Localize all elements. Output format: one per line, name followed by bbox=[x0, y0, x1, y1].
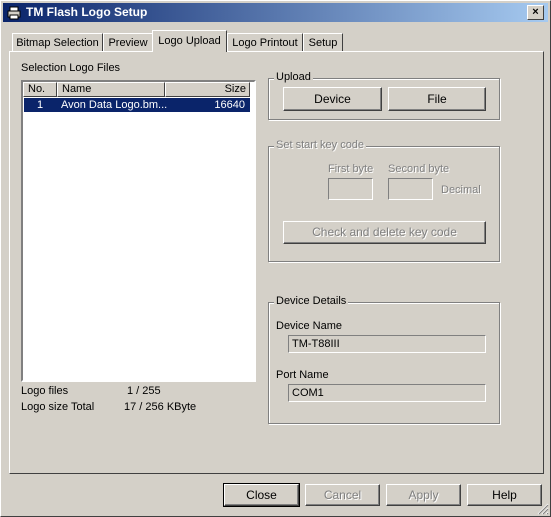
tab-label: Logo Printout bbox=[232, 37, 298, 49]
row-no: 1 bbox=[37, 99, 44, 111]
tab-label: Bitmap Selection bbox=[16, 37, 99, 49]
device-name-label: Device Name bbox=[276, 320, 343, 332]
close-button[interactable]: Close bbox=[223, 483, 300, 507]
check-delete-key-code-button[interactable]: Check and delete key code bbox=[283, 221, 486, 244]
help-button[interactable]: Help bbox=[467, 484, 542, 506]
logo-files-value: 1 / 255 bbox=[127, 385, 161, 397]
device-button-label: Device bbox=[314, 92, 351, 106]
first-byte-label: First byte bbox=[328, 163, 374, 175]
close-button-label: Close bbox=[246, 488, 277, 502]
port-name-label: Port Name bbox=[276, 369, 329, 381]
second-byte-label: Second byte bbox=[388, 163, 450, 175]
upload-group-label: Upload bbox=[274, 71, 313, 83]
port-name-value: COM1 bbox=[292, 387, 324, 399]
row-name: Avon Data Logo.bm... bbox=[61, 99, 168, 111]
device-name-field: TM-T88III bbox=[288, 335, 486, 353]
column-header-no[interactable]: No. bbox=[23, 82, 57, 97]
tab-label: Setup bbox=[308, 37, 338, 49]
device-button[interactable]: Device bbox=[283, 87, 382, 111]
column-header-label: Size bbox=[224, 83, 246, 95]
tab-label: Preview bbox=[108, 37, 148, 49]
apply-button-label: Apply bbox=[408, 488, 439, 502]
selection-logo-files-label: Selection Logo Files bbox=[21, 62, 121, 74]
column-header-size[interactable]: Size bbox=[165, 82, 250, 97]
window-title: TM Flash Logo Setup bbox=[26, 5, 148, 19]
column-header-label: Name bbox=[62, 83, 92, 95]
cancel-button[interactable]: Cancel bbox=[305, 484, 380, 506]
tab-label: Logo Upload bbox=[158, 35, 221, 47]
key-code-group-label: Set start key code bbox=[274, 139, 367, 151]
check-delete-key-code-label: Check and delete key code bbox=[312, 225, 457, 239]
port-name-field: COM1 bbox=[288, 384, 486, 402]
file-button-label: File bbox=[427, 92, 447, 106]
device-details-group-label: Device Details bbox=[274, 295, 349, 307]
logo-files-label: Logo files bbox=[21, 385, 69, 397]
close-icon: × bbox=[532, 6, 539, 18]
logo-size-label: Logo size Total bbox=[21, 401, 95, 413]
app-printer-icon bbox=[7, 6, 21, 20]
close-window-button[interactable]: × bbox=[527, 5, 544, 20]
column-header-label: No. bbox=[28, 83, 46, 95]
logo-files-list[interactable]: No. Name Size 1 Avon Data Logo.bm... 166… bbox=[21, 80, 256, 382]
apply-button[interactable]: Apply bbox=[386, 484, 461, 506]
row-size: 16640 bbox=[214, 99, 245, 111]
decimal-label: Decimal bbox=[441, 184, 481, 196]
file-button[interactable]: File bbox=[388, 87, 486, 111]
resize-grip-icon[interactable] bbox=[537, 503, 549, 515]
logo-size-value: 17 / 256 KByte bbox=[124, 401, 197, 413]
first-byte-input[interactable] bbox=[328, 178, 373, 200]
cancel-button-label: Cancel bbox=[323, 488, 362, 502]
list-item[interactable]: 1 Avon Data Logo.bm... 16640 bbox=[24, 98, 250, 112]
key-code-group bbox=[268, 146, 500, 262]
tab-bitmap-selection[interactable]: Bitmap Selection bbox=[12, 33, 103, 52]
help-button-label: Help bbox=[492, 488, 517, 502]
tab-logo-printout[interactable]: Logo Printout bbox=[227, 33, 303, 52]
device-name-value: TM-T88III bbox=[292, 338, 340, 350]
tab-setup[interactable]: Setup bbox=[303, 33, 343, 52]
second-byte-input[interactable] bbox=[388, 178, 433, 200]
title-bar[interactable]: TM Flash Logo Setup × bbox=[3, 3, 548, 22]
tab-preview[interactable]: Preview bbox=[103, 33, 153, 52]
column-header-name[interactable]: Name bbox=[57, 82, 165, 97]
tab-logo-upload[interactable]: Logo Upload bbox=[152, 30, 227, 52]
